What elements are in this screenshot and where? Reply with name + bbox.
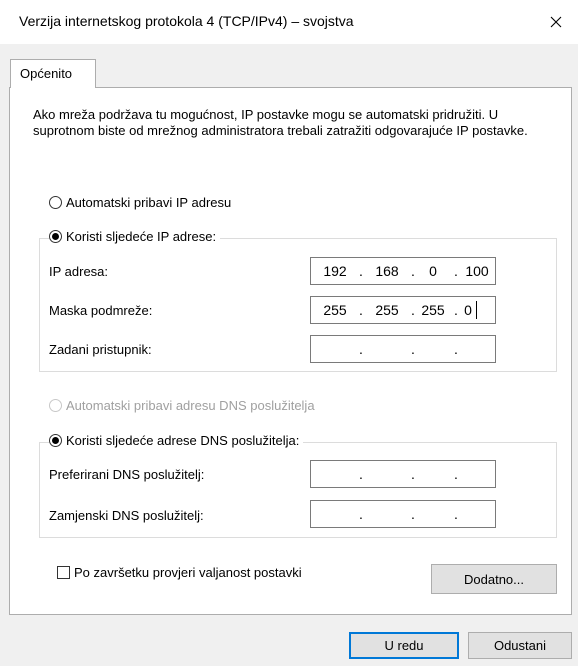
alternate-dns-input[interactable]: . . . bbox=[310, 500, 496, 528]
ip-octet-1: 192 bbox=[323, 263, 347, 279]
ip-octet-3: 0 bbox=[429, 263, 437, 279]
preferred-dns-label: Preferirani DNS poslužitelj: bbox=[49, 467, 205, 482]
ip-octet-2: 168 bbox=[375, 263, 399, 279]
text-caret bbox=[476, 301, 477, 319]
dns2-dot: . bbox=[454, 506, 458, 522]
mask-octet-1: 255 bbox=[323, 302, 347, 318]
window-title: Verzija internetskog protokola 4 (TCP/IP… bbox=[19, 13, 354, 29]
subnet-mask-input[interactable]: 255 . 255 . 255 . 0 bbox=[310, 296, 496, 324]
radio-auto-dns-indicator[interactable] bbox=[49, 399, 62, 412]
tab-general[interactable]: Općenito bbox=[10, 59, 96, 88]
subnet-mask-label: Maska podmreže: bbox=[49, 303, 153, 318]
title-bar: Verzija internetskog protokola 4 (TCP/IP… bbox=[0, 0, 578, 44]
radio-manual-ip[interactable]: Koristi sljedeće IP adrese: bbox=[49, 229, 221, 244]
validate-label: Po završetku provjeri valjanost postavki bbox=[74, 565, 302, 580]
radio-auto-dns[interactable]: Automatski pribavi adresu DNS poslužitel… bbox=[49, 398, 315, 413]
mask-dot: . bbox=[359, 302, 363, 318]
mask-octet-2: 255 bbox=[375, 302, 399, 318]
gateway-dot: . bbox=[454, 341, 458, 357]
radio-auto-ip[interactable]: Automatski pribavi IP adresu bbox=[49, 195, 231, 210]
dns2-dot: . bbox=[359, 506, 363, 522]
ip-address-input[interactable]: 192 . 168 . 0 . 100 bbox=[310, 257, 496, 285]
gateway-dot: . bbox=[359, 341, 363, 357]
radio-manual-dns-label: Koristi sljedeće adrese DNS poslužitelja… bbox=[66, 433, 300, 448]
mask-octet-3: 255 bbox=[421, 302, 445, 318]
gateway-input[interactable]: . . . bbox=[310, 335, 496, 363]
close-button[interactable] bbox=[538, 6, 574, 38]
ip-dot: . bbox=[359, 263, 363, 279]
validate-checkbox[interactable] bbox=[57, 566, 70, 579]
radio-manual-dns-indicator[interactable] bbox=[49, 434, 62, 447]
dns1-dot: . bbox=[359, 466, 363, 482]
gateway-dot: . bbox=[411, 341, 415, 357]
ip-dot: . bbox=[454, 263, 458, 279]
alternate-dns-label: Zamjenski DNS poslužitelj: bbox=[49, 508, 204, 523]
radio-manual-ip-indicator[interactable] bbox=[49, 230, 62, 243]
radio-manual-ip-label: Koristi sljedeće IP adrese: bbox=[66, 229, 217, 244]
dns1-dot: . bbox=[454, 466, 458, 482]
dns2-dot: . bbox=[411, 506, 415, 522]
radio-auto-dns-label: Automatski pribavi adresu DNS poslužitel… bbox=[66, 398, 315, 413]
dns1-dot: . bbox=[411, 466, 415, 482]
mask-dot: . bbox=[454, 302, 458, 318]
mask-octet-4: 0 bbox=[464, 302, 472, 318]
radio-manual-dns[interactable]: Koristi sljedeće adrese DNS poslužitelja… bbox=[49, 433, 304, 448]
ip-address-label: IP adresa: bbox=[49, 264, 109, 279]
radio-auto-ip-label: Automatski pribavi IP adresu bbox=[66, 195, 232, 210]
ip-octet-4: 100 bbox=[465, 263, 489, 279]
tab-general-label: Općenito bbox=[20, 66, 73, 81]
radio-auto-ip-indicator[interactable] bbox=[49, 196, 62, 209]
ok-button[interactable]: U redu bbox=[349, 632, 459, 659]
description-text: Ako mreža podržava tu mogućnost, IP post… bbox=[33, 107, 528, 138]
advanced-button[interactable]: Dodatno... bbox=[431, 564, 557, 594]
preferred-dns-input[interactable]: . . . bbox=[310, 460, 496, 488]
gateway-label: Zadani pristupnik: bbox=[49, 342, 152, 357]
close-icon bbox=[550, 16, 562, 28]
cancel-button[interactable]: Odustani bbox=[468, 632, 572, 659]
